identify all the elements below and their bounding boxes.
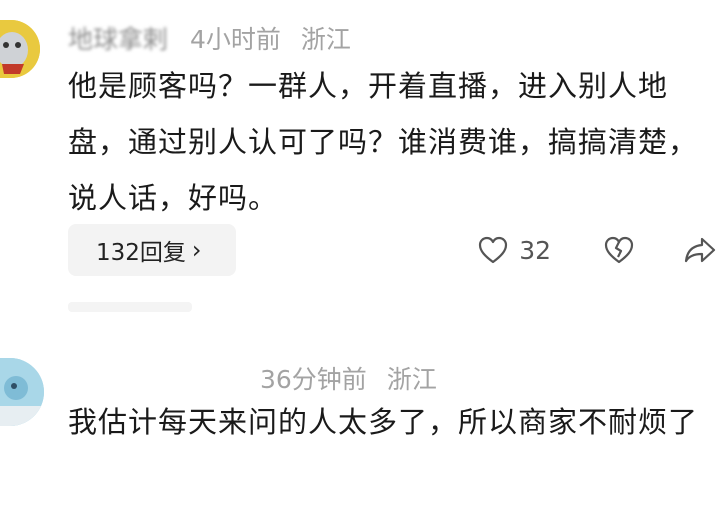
divider — [68, 302, 192, 312]
comment-meta: 36分钟前 浙江 — [68, 360, 437, 396]
comment-meta: 地球拿剌 4小时前 浙江 — [68, 20, 351, 56]
comment-time: 4小时前 — [190, 25, 281, 54]
comment-text: 我估计每天来问的人太多了，所以商家不耐烦了 — [68, 405, 699, 439]
comment-item: 地球拿剌 4小时前 浙江 他是顾客吗？一群人，开着直播，进入别人地盘，通过别人认可了… — [0, 0, 727, 320]
avatar[interactable] — [0, 20, 40, 78]
comment-region: 浙江 — [386, 365, 437, 394]
comment-actions: 32 — [477, 228, 727, 272]
comment-text: 他是顾客吗？一群人，开着直播，进入别人地盘，通过别人认可了吗？谁消费谁，搞搞清楚… — [68, 69, 699, 215]
comment-time: 36分钟前 — [260, 365, 367, 394]
chevron-right-icon: › — [191, 236, 202, 264]
avatar[interactable] — [0, 358, 44, 426]
comment-region: 浙江 — [300, 25, 351, 54]
share-button[interactable] — [683, 235, 717, 265]
username[interactable]: 地球拿剌 — [68, 20, 168, 56]
share-arrow-icon — [683, 235, 717, 265]
like-button[interactable]: 32 — [477, 235, 551, 265]
reply-count-label: 132回复 — [96, 240, 186, 266]
comment-item: 36分钟前 浙江 我估计每天来问的人太多了，所以商家不耐烦了 — [0, 340, 727, 514]
dislike-button[interactable] — [603, 235, 635, 265]
like-count: 32 — [519, 235, 551, 265]
view-replies-button[interactable]: 132回复 › — [68, 224, 236, 276]
heart-outline-icon — [477, 235, 509, 265]
broken-heart-icon — [603, 235, 635, 265]
